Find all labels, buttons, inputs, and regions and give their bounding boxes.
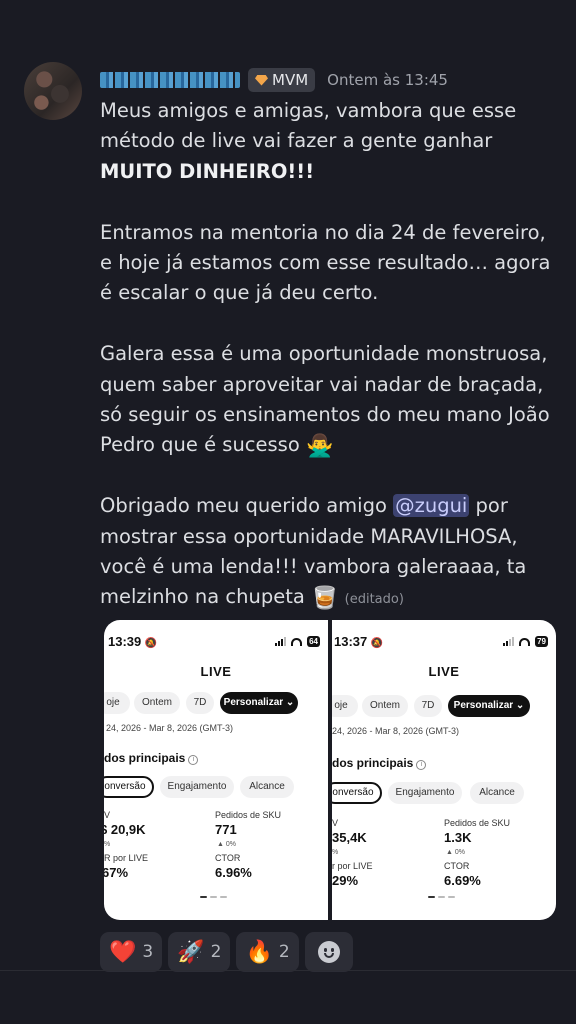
- chip-hoje: oje: [332, 695, 358, 717]
- tab-engajamento: Engajamento: [160, 776, 234, 798]
- metric-3-value: 29%: [332, 873, 359, 888]
- tab-alcance: Alcance: [470, 782, 524, 804]
- date-range: 24, 2026 - Mar 8, 2026 (GMT-3): [106, 723, 234, 733]
- section-title: dos principais i: [332, 756, 427, 770]
- user-mention[interactable]: @zugui: [393, 494, 470, 518]
- metric-3-label: r por LIVE: [332, 861, 373, 871]
- image-attachment-1[interactable]: 13:39 🔕 64 LIVE oje Ontem 7D Personaliza…: [104, 620, 328, 920]
- chip-hoje: oje: [104, 692, 130, 714]
- metric-3-label: R por LIVE: [104, 853, 149, 863]
- message-timestamp[interactable]: Ontem às 13:45: [327, 71, 448, 89]
- metric-1-value: 35,4K: [332, 830, 367, 845]
- chip-7d: 7D: [186, 692, 214, 714]
- message-body: Meus amigos e amigas, vambora que esse m…: [100, 96, 562, 616]
- user-avatar[interactable]: [24, 62, 82, 120]
- reaction-count: 3: [142, 942, 154, 962]
- reaction-fire[interactable]: 🔥 2: [236, 932, 299, 972]
- status-time: 13:39 🔕: [108, 634, 158, 649]
- status-icons: 64: [275, 636, 320, 647]
- metric-3-value: 67%: [104, 865, 129, 880]
- metric-4-value: 6.96%: [215, 865, 252, 880]
- wifi-icon: [291, 637, 303, 646]
- section-title: dos principais i: [104, 751, 199, 765]
- image-attachment-2[interactable]: 13:37 🔕 79 LIVE oje Ontem 7D Personaliza…: [332, 620, 556, 920]
- date-range: 24, 2026 - Mar 8, 2026 (GMT-3): [332, 726, 460, 736]
- page-dots: [200, 896, 227, 898]
- badge-label: MVM: [272, 71, 309, 89]
- paragraph-4: Obrigado meu querido amigo @zugui por mo…: [100, 491, 562, 616]
- metric-1-label: V: [332, 818, 339, 828]
- paragraph-4-start: Obrigado meu querido amigo: [100, 494, 394, 518]
- metric-1-sub: %: [104, 841, 111, 848]
- username-redacted[interactable]: [100, 72, 240, 88]
- paragraph-3: Galera essa é uma oportunidade monstruos…: [100, 339, 562, 461]
- chip-ontem: Ontem: [362, 695, 408, 717]
- info-icon: i: [416, 760, 427, 770]
- tab-alcance: Alcance: [240, 776, 294, 798]
- metric-2-value: 771: [215, 822, 237, 837]
- metric-2-value: 1.3K: [444, 830, 472, 845]
- bell-off-icon: 🔕: [144, 638, 158, 649]
- battery-icon: 79: [535, 636, 548, 647]
- metric-4-label: CTOR: [215, 853, 241, 863]
- reaction-count: 2: [278, 942, 290, 962]
- add-reaction-button[interactable]: [304, 932, 353, 972]
- wifi-icon: [519, 637, 531, 646]
- reaction-count: 2: [210, 942, 222, 962]
- metric-1-value: $ 20,9K: [104, 822, 146, 837]
- chip-7d: 7D: [414, 695, 442, 717]
- chip-ontem: Ontem: [134, 692, 180, 714]
- reaction-heart[interactable]: ❤️ 3: [100, 932, 163, 972]
- tab-conversao: onversão: [332, 782, 382, 804]
- message-header: MVM Ontem às 13:45: [100, 68, 448, 92]
- chip-personalizar: Personalizar ⌄: [220, 692, 298, 714]
- screen-title: LIVE: [200, 664, 232, 679]
- gem-icon: [255, 74, 268, 86]
- metric-2-label: Pedidos de SKU: [444, 818, 511, 828]
- page-dots: [428, 896, 455, 898]
- metric-1-label: V: [104, 810, 111, 820]
- heart-icon: ❤️: [109, 939, 137, 965]
- bell-off-icon: 🔕: [370, 638, 384, 649]
- screen-title: LIVE: [428, 664, 460, 679]
- role-badge[interactable]: MVM: [248, 68, 316, 92]
- divider: [0, 970, 576, 971]
- reaction-rocket[interactable]: 🚀 2: [168, 932, 231, 972]
- signal-icon: [503, 637, 515, 646]
- tab-engajamento: Engajamento: [388, 782, 462, 804]
- tab-conversao: onversão: [104, 776, 154, 798]
- rocket-icon: 🚀: [177, 939, 205, 965]
- battery-icon: 64: [307, 636, 320, 647]
- paragraph-1-text: Meus amigos e amigas, vambora que esse m…: [100, 99, 517, 153]
- smiley-add-icon: [317, 941, 340, 963]
- metric-2-label: Pedidos de SKU: [215, 810, 282, 820]
- chip-personalizar: Personalizar ⌄: [448, 695, 530, 717]
- paragraph-2: Entramos na mentoria no dia 24 de fevere…: [100, 220, 551, 305]
- fire-icon: 🔥: [245, 939, 273, 965]
- paragraph-1: Meus amigos e amigas, vambora que esse m…: [100, 96, 562, 187]
- paragraph-1-bold: MUITO DINHEIRO!!!: [100, 159, 315, 183]
- metric-4-label: CTOR: [444, 861, 470, 871]
- status-icons: 79: [503, 636, 548, 647]
- metric-2-sub: ▲ 0%: [217, 841, 236, 848]
- info-icon: i: [188, 755, 199, 765]
- metric-1-sub: %: [332, 849, 339, 856]
- tumbler-glass-emoji: 🥃: [311, 586, 339, 612]
- reactions-bar: ❤️ 3 🚀 2 🔥 2: [100, 932, 353, 972]
- status-time: 13:37 🔕: [334, 634, 384, 649]
- metric-2-sub: ▲ 0%: [446, 849, 465, 856]
- signal-icon: [275, 637, 287, 646]
- person-gesturing-no-emoji: 🙅‍♂️: [305, 434, 334, 460]
- edited-label: (editado): [344, 592, 404, 608]
- metric-4-value: 6.69%: [444, 873, 481, 888]
